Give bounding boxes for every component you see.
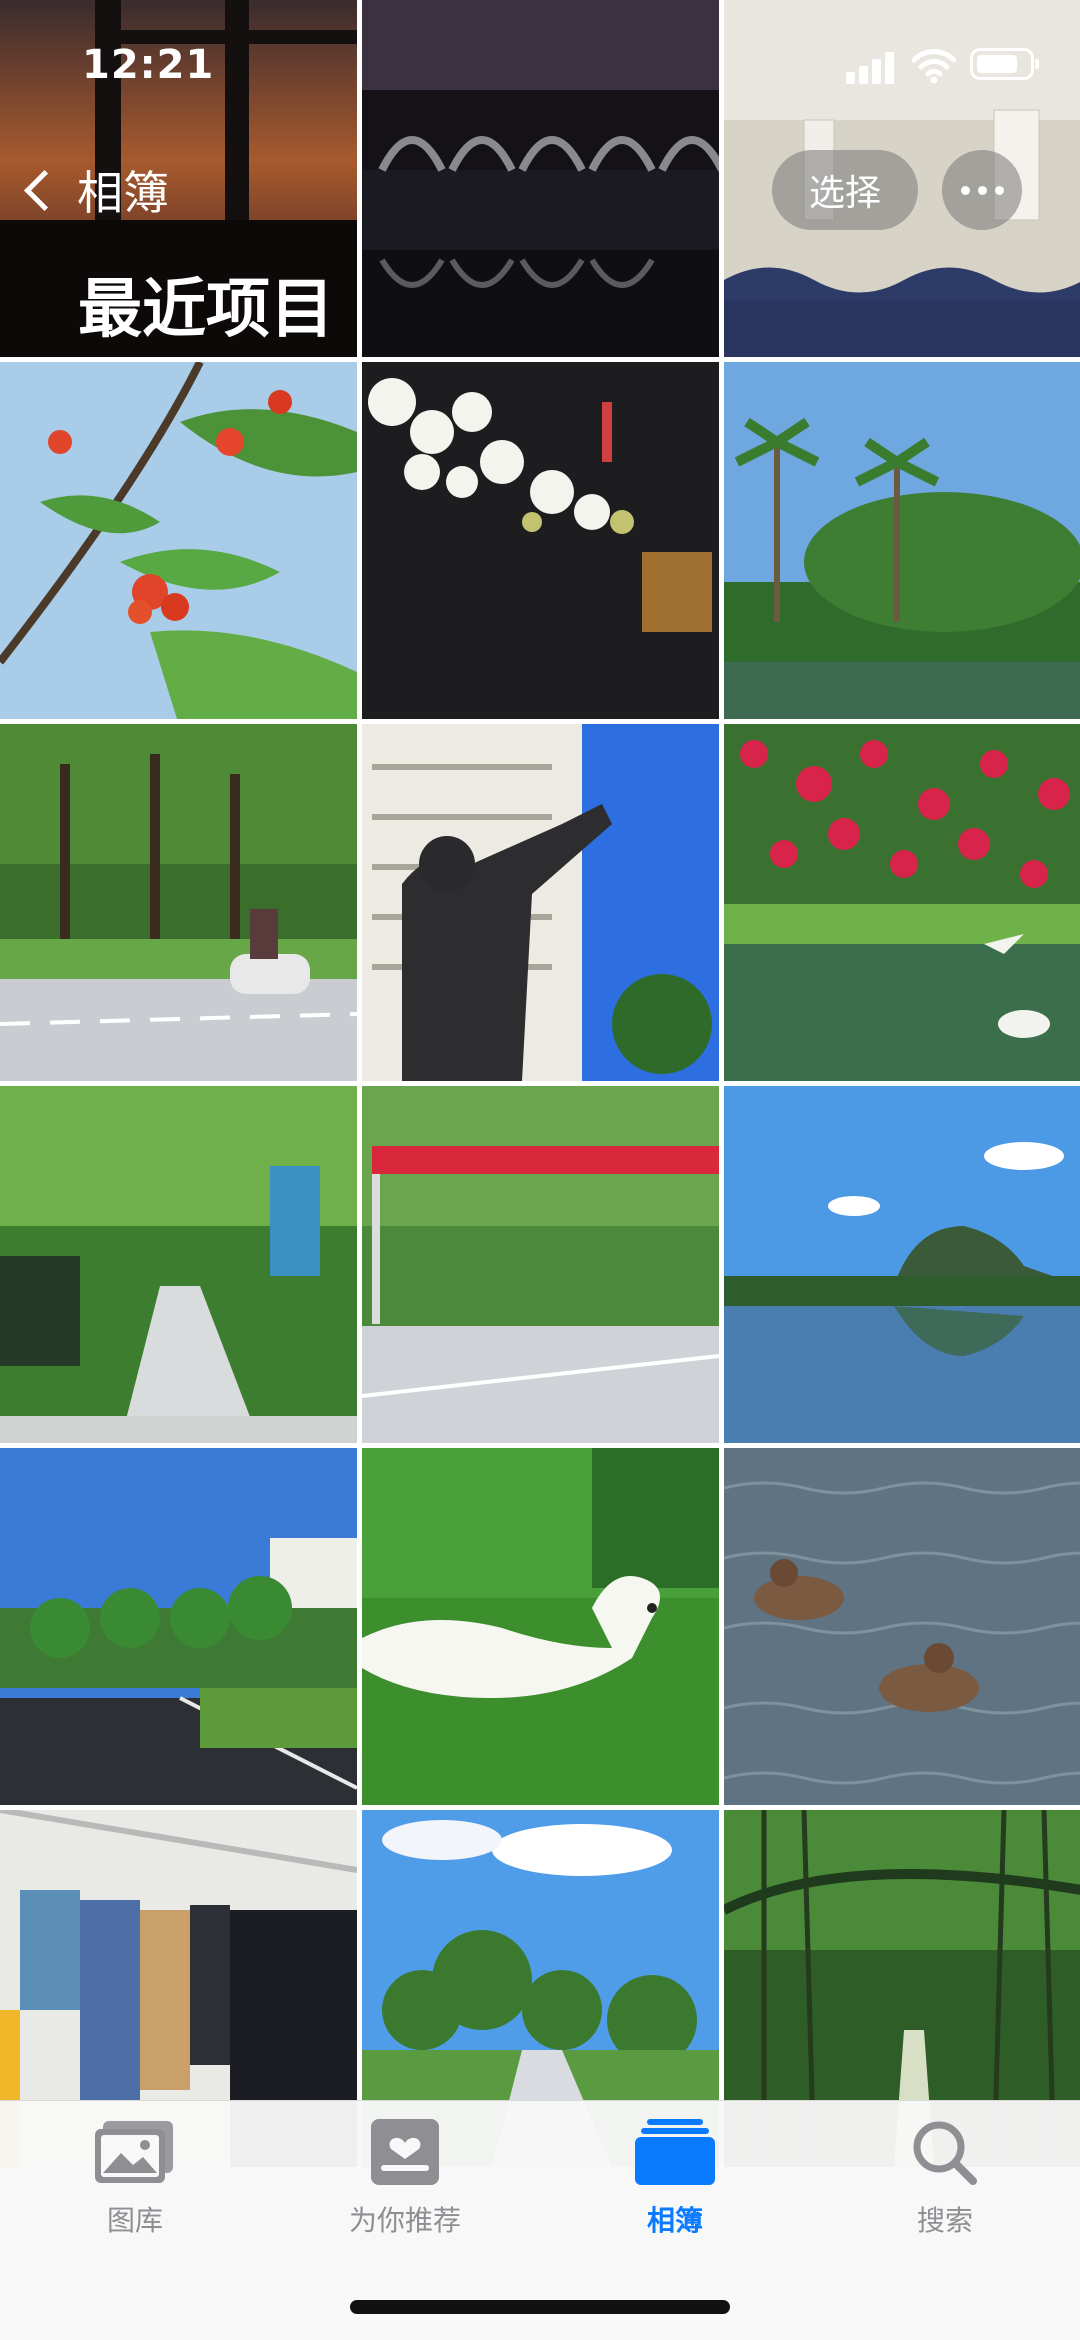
photo-thumbnail[interactable] <box>362 1086 719 1443</box>
photo-thumbnail[interactable] <box>724 1086 1080 1443</box>
photo-thumbnail[interactable] <box>724 362 1080 719</box>
tab-search[interactable]: 搜索 <box>845 2117 1045 2267</box>
chevron-left-icon <box>23 169 66 211</box>
photo-thumbnail[interactable] <box>0 362 357 719</box>
select-button[interactable]: 选择 <box>772 150 918 230</box>
page-title: 最近项目 <box>78 273 334 347</box>
photo-thumbnail[interactable] <box>724 1448 1080 1805</box>
tab-label: 相簿 <box>646 2204 703 2237</box>
photo-thumbnail[interactable] <box>0 724 357 1081</box>
photo-thumbnail[interactable] <box>0 1086 357 1443</box>
photo-thumbnail[interactable] <box>362 362 719 719</box>
tab-albums[interactable]: 相簿 <box>575 2117 775 2267</box>
tab-label: 搜索 <box>916 2204 973 2237</box>
cellular-signal-icon <box>846 50 900 84</box>
home-indicator <box>350 2300 730 2314</box>
tab-for-you[interactable]: 为你推荐 <box>305 2117 505 2267</box>
photo-thumbnail[interactable] <box>362 724 719 1081</box>
photo-thumbnail[interactable] <box>724 724 1080 1081</box>
photo-thumbnail[interactable] <box>362 1448 719 1805</box>
photo-library-icon <box>95 2121 173 2183</box>
albums-icon <box>635 2119 715 2185</box>
for-you-icon <box>371 2119 439 2185</box>
back-label: 相簿 <box>77 166 169 220</box>
photo-thumbnail[interactable] <box>0 1448 357 1805</box>
wifi-icon <box>912 49 956 84</box>
status-bar: 12:21 <box>0 0 1080 130</box>
ellipsis-icon <box>960 185 970 195</box>
battery-icon <box>970 48 1039 80</box>
tab-label: 为你推荐 <box>348 2204 461 2237</box>
status-time: 12:21 <box>82 42 215 88</box>
more-options-button[interactable] <box>942 150 1022 230</box>
search-icon <box>913 2121 977 2185</box>
tab-library[interactable]: 图库 <box>35 2117 235 2267</box>
back-button[interactable]: 相簿 <box>20 160 169 220</box>
tab-label: 图库 <box>106 2204 163 2237</box>
